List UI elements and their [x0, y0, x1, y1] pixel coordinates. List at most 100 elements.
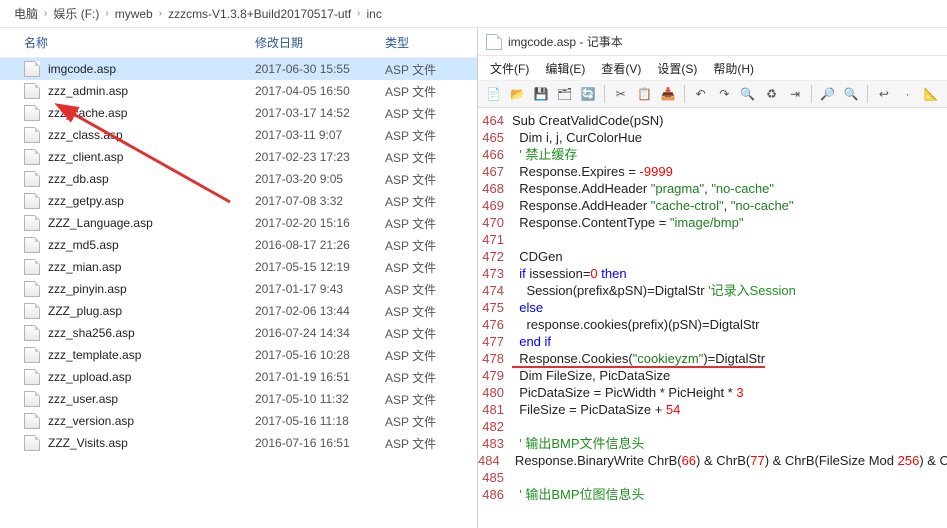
file-row[interactable]: zzz_getpy.asp2017-07-08 3:32ASP 文件	[0, 190, 477, 212]
breadcrumb-segment[interactable]: 娱乐 (F:)	[47, 5, 105, 22]
line-number: 476	[478, 316, 512, 333]
toolbar-separator	[867, 85, 868, 103]
code-text: ' 输出BMP位图信息头	[512, 486, 947, 503]
toolbar-separator	[811, 85, 812, 103]
col-date[interactable]: 修改日期	[255, 34, 385, 51]
code-line: 479 Dim FileSize, PicDataSize	[478, 367, 947, 384]
code-text: Dim i, j, CurColorHue	[512, 129, 947, 146]
cut-icon[interactable]: ✂	[611, 84, 631, 104]
code-line: 469 Response.AddHeader "cache-ctrol", "n…	[478, 197, 947, 214]
file-type: ASP 文件	[385, 413, 465, 430]
find-icon[interactable]: 🔍	[738, 84, 758, 104]
file-type: ASP 文件	[385, 83, 465, 100]
menu-item[interactable]: 文件(F)	[484, 58, 535, 79]
file-row[interactable]: zzz_md5.asp2016-08-17 21:26ASP 文件	[0, 234, 477, 256]
file-columns-header[interactable]: 名称 修改日期 类型	[0, 28, 477, 58]
line-number: 475	[478, 299, 512, 316]
file-row[interactable]: zzz_version.asp2017-05-16 11:18ASP 文件	[0, 410, 477, 432]
file-name: zzz_md5.asp	[48, 238, 255, 252]
file-row[interactable]: zzz_cache.asp2017-03-17 14:52ASP 文件	[0, 102, 477, 124]
file-name: ZZZ_plug.asp	[48, 304, 255, 318]
code-line: 481 FileSize = PicDataSize + 54	[478, 401, 947, 418]
file-date: 2017-02-06 13:44	[255, 304, 385, 318]
code-text: end if	[512, 333, 947, 350]
saveall-icon[interactable]: 🗂	[555, 84, 575, 104]
code-text: Sub CreatValidCode(pSN)	[512, 112, 947, 129]
file-row[interactable]: zzz_client.asp2017-02-23 17:23ASP 文件	[0, 146, 477, 168]
breadcrumb-segment[interactable]: zzzcms-V1.3.8+Build20170517-utf	[162, 7, 357, 21]
editor-pane: imgcode.asp - 记事本 文件(F)编辑(E)查看(V)设置(S)帮助…	[478, 28, 947, 528]
ruler-icon[interactable]: 📐	[921, 84, 941, 104]
file-date: 2017-06-30 15:55	[255, 62, 385, 76]
undo-icon[interactable]: ↶	[691, 84, 711, 104]
line-number: 479	[478, 367, 512, 384]
file-row[interactable]: zzz_upload.asp2017-01-19 16:51ASP 文件	[0, 366, 477, 388]
file-row[interactable]: imgcode.asp2017-06-30 15:55ASP 文件	[0, 58, 477, 80]
file-row[interactable]: zzz_pinyin.asp2017-01-17 9:43ASP 文件	[0, 278, 477, 300]
file-icon	[24, 325, 40, 341]
code-line: 464Sub CreatValidCode(pSN)	[478, 112, 947, 129]
code-line: 480 PicDataSize = PicWidth * PicHeight *…	[478, 384, 947, 401]
replace-icon[interactable]: ♻	[762, 84, 782, 104]
wrap-icon[interactable]: ↩	[874, 84, 894, 104]
file-row[interactable]: zzz_mian.asp2017-05-15 12:19ASP 文件	[0, 256, 477, 278]
file-type: ASP 文件	[385, 391, 465, 408]
file-name: zzz_client.asp	[48, 150, 255, 164]
menu-item[interactable]: 编辑(E)	[539, 58, 591, 79]
save-icon[interactable]: 💾	[531, 84, 551, 104]
file-date: 2017-04-05 16:50	[255, 84, 385, 98]
copy-icon[interactable]: 📋	[635, 84, 655, 104]
code-line: 484 Response.BinaryWrite ChrB(66) & ChrB…	[478, 452, 947, 469]
code-line: 465 Dim i, j, CurColorHue	[478, 129, 947, 146]
file-type: ASP 文件	[385, 149, 465, 166]
open-icon[interactable]: 📂	[508, 84, 528, 104]
zoomout-icon[interactable]: 🔍	[841, 84, 861, 104]
menu-item[interactable]: 帮助(H)	[707, 58, 760, 79]
zoomin-icon[interactable]: 🔎	[818, 84, 838, 104]
file-row[interactable]: zzz_class.asp2017-03-11 9:07ASP 文件	[0, 124, 477, 146]
col-type[interactable]: 类型	[385, 34, 465, 51]
file-row[interactable]: zzz_template.asp2017-05-16 10:28ASP 文件	[0, 344, 477, 366]
breadcrumb: 电脑›娱乐 (F:)›myweb›zzzcms-V1.3.8+Build2017…	[0, 0, 947, 28]
code-text: CDGen	[512, 248, 947, 265]
menu-item[interactable]: 设置(S)	[651, 58, 703, 79]
menu-item[interactable]: 查看(V)	[595, 58, 647, 79]
whitespace-icon[interactable]: ·	[898, 84, 918, 104]
file-type: ASP 文件	[385, 127, 465, 144]
file-row[interactable]: zzz_user.asp2017-05-10 11:32ASP 文件	[0, 388, 477, 410]
file-icon	[24, 237, 40, 253]
breadcrumb-segment[interactable]: 电脑	[8, 5, 44, 22]
reload-icon[interactable]: 🔄	[578, 84, 598, 104]
breadcrumb-segment[interactable]: inc	[361, 7, 388, 21]
col-name[interactable]: 名称	[0, 34, 255, 51]
file-row[interactable]: zzz_db.asp2017-03-20 9:05ASP 文件	[0, 168, 477, 190]
file-row[interactable]: ZZZ_Visits.asp2016-07-16 16:51ASP 文件	[0, 432, 477, 454]
file-date: 2017-02-23 17:23	[255, 150, 385, 164]
file-row[interactable]: ZZZ_plug.asp2017-02-06 13:44ASP 文件	[0, 300, 477, 322]
file-date: 2016-07-16 16:51	[255, 436, 385, 450]
code-area[interactable]: 464Sub CreatValidCode(pSN)465 Dim i, j, …	[478, 108, 947, 528]
new-icon[interactable]: 📄	[484, 84, 504, 104]
file-row[interactable]: ZZZ_Language.asp2017-02-20 15:16ASP 文件	[0, 212, 477, 234]
code-text: Response.AddHeader "cache-ctrol", "no-ca…	[512, 197, 947, 214]
file-name: zzz_getpy.asp	[48, 194, 255, 208]
code-text: Dim FileSize, PicDataSize	[512, 367, 947, 384]
file-row[interactable]: zzz_admin.asp2017-04-05 16:50ASP 文件	[0, 80, 477, 102]
file-date: 2017-02-20 15:16	[255, 216, 385, 230]
line-number: 469	[478, 197, 512, 214]
redo-icon[interactable]: ↷	[714, 84, 734, 104]
code-line: 477 end if	[478, 333, 947, 350]
code-line: 478 Response.Cookies("cookieyzm")=Digtal…	[478, 350, 947, 367]
goto-icon[interactable]: ⇥	[785, 84, 805, 104]
line-number: 464	[478, 112, 512, 129]
breadcrumb-segment[interactable]: myweb	[109, 7, 159, 21]
paste-icon[interactable]: 📥	[658, 84, 678, 104]
file-row[interactable]: zzz_sha256.asp2016-07-24 14:34ASP 文件	[0, 322, 477, 344]
file-type: ASP 文件	[385, 171, 465, 188]
file-type: ASP 文件	[385, 193, 465, 210]
file-type: ASP 文件	[385, 347, 465, 364]
line-number: 482	[478, 418, 512, 435]
file-name: ZZZ_Visits.asp	[48, 436, 255, 450]
code-line: 467 Response.Expires = -9999	[478, 163, 947, 180]
line-number: 485	[478, 469, 512, 486]
